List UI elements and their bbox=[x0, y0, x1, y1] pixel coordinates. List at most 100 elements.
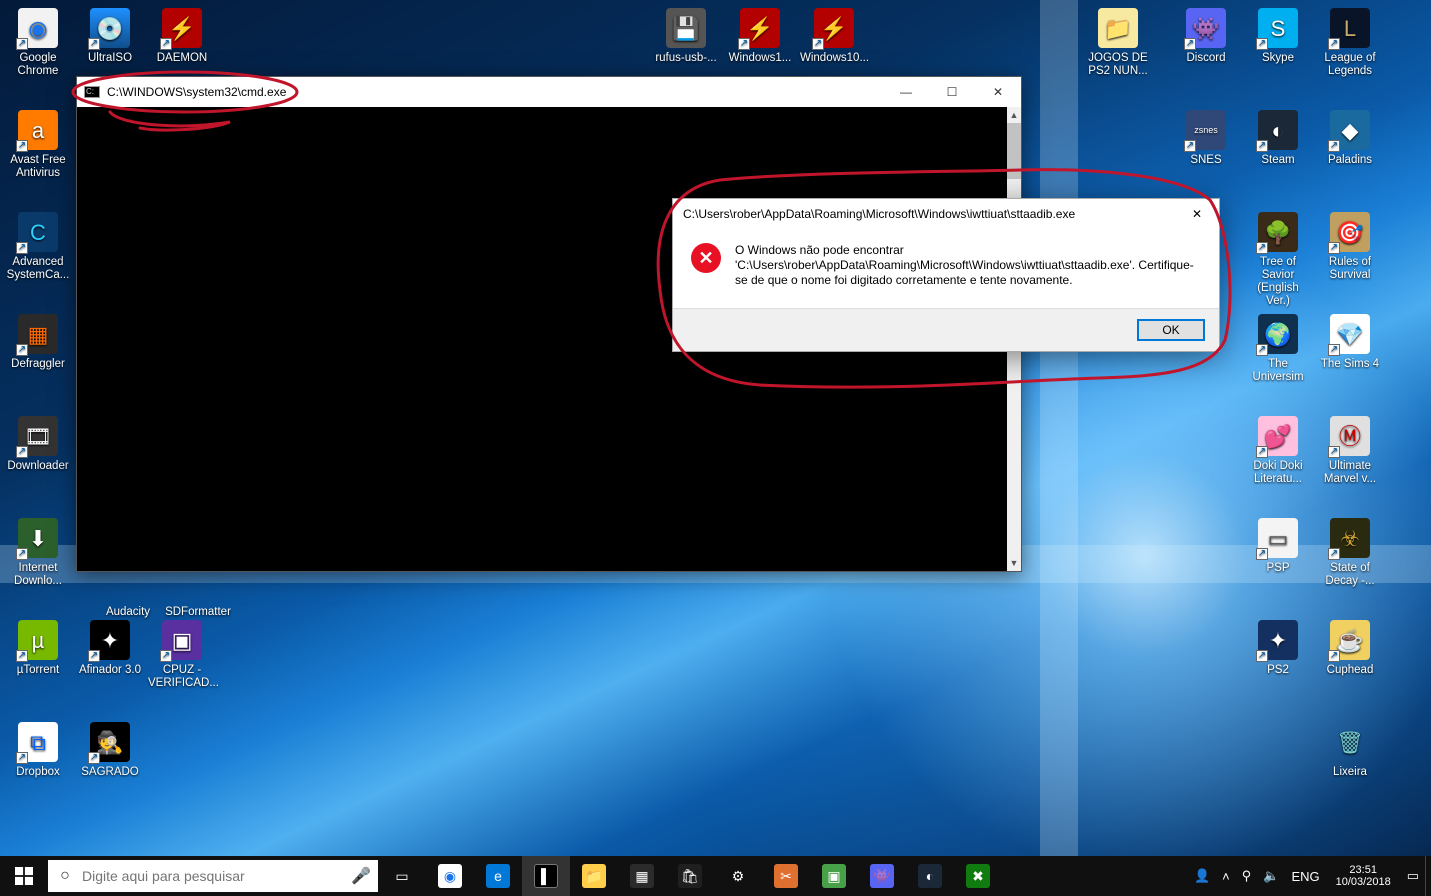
desktop-icon-label: Audacity bbox=[94, 606, 162, 619]
taskbar-steam-button[interactable]: ◐ bbox=[906, 856, 954, 896]
shortcut-arrow-icon: ↗ bbox=[160, 650, 172, 662]
desktop-icon[interactable]: L↗League of Legends bbox=[1316, 8, 1384, 78]
scroll-up-button[interactable]: ▲ bbox=[1007, 107, 1021, 123]
cmd-maximize-button[interactable]: ☐ bbox=[929, 77, 975, 107]
clock[interactable]: 23:51 10/03/2018 bbox=[1326, 864, 1401, 888]
taskbar-calculator-button[interactable]: ▦ bbox=[618, 856, 666, 896]
app-icon: ◐↗ bbox=[1258, 110, 1298, 150]
app-icon: 👾↗ bbox=[1186, 8, 1226, 48]
desktop-icon[interactable]: µ↗µTorrent bbox=[4, 620, 72, 677]
desktop-icon[interactable]: ⚡↗Windows10... bbox=[800, 8, 868, 65]
tray-net-icon[interactable]: ⚲ bbox=[1236, 868, 1258, 884]
tray-chev-icon[interactable]: ˄ bbox=[1216, 869, 1236, 884]
desktop-icon-label: Ultimate Marvel v... bbox=[1316, 460, 1384, 486]
cmd-titlebar[interactable]: C: C:\WINDOWS\system32\cmd.exe — ☐ ✕ bbox=[77, 77, 1021, 107]
desktop-icon[interactable]: ⚡↗DAEMON bbox=[148, 8, 216, 65]
desktop-icon-label: Rules of Survival bbox=[1316, 256, 1384, 282]
shortcut-arrow-icon: ↗ bbox=[1328, 446, 1340, 458]
store-icon: 🛍 bbox=[678, 864, 702, 888]
desktop-icon[interactable]: ▦↗Defraggler bbox=[4, 314, 72, 371]
tray-people-icon[interactable]: 👤 bbox=[1188, 868, 1216, 884]
desktop-icon-label: The Sims 4 bbox=[1316, 358, 1384, 371]
taskbar-cmd-button[interactable]: ▌ bbox=[522, 856, 570, 896]
mic-icon[interactable]: 🎤 bbox=[344, 866, 378, 886]
taskbar-xbox-button[interactable]: ✖ bbox=[954, 856, 1002, 896]
desktop-icon[interactable]: Ⓜ↗Ultimate Marvel v... bbox=[1316, 416, 1384, 486]
desktop-icon[interactable]: ⧉↗Dropbox bbox=[4, 722, 72, 779]
app-icon: 🌳↗ bbox=[1258, 212, 1298, 252]
desktop-icon[interactable]: 💾rufus-usb-... bbox=[652, 8, 720, 65]
desktop-icon[interactable]: 👾↗Discord bbox=[1172, 8, 1240, 65]
cmd-minimize-button[interactable]: — bbox=[883, 77, 929, 107]
desktop-icon[interactable]: ✦↗PS2 bbox=[1244, 620, 1312, 677]
error-dialog[interactable]: C:\Users\rober\AppData\Roaming\Microsoft… bbox=[672, 198, 1220, 352]
taskbar-store-button[interactable]: 🛍 bbox=[666, 856, 714, 896]
desktop-icon[interactable]: ◆↗Paladins bbox=[1316, 110, 1384, 167]
show-desktop-button[interactable] bbox=[1425, 856, 1431, 896]
shortcut-arrow-icon: ↗ bbox=[1328, 38, 1340, 50]
input-language[interactable]: ENG bbox=[1285, 869, 1325, 884]
desktop-icon-label: Internet Downlo... bbox=[4, 562, 72, 588]
taskbar-edge-button[interactable]: e bbox=[474, 856, 522, 896]
shortcut-arrow-icon: ↗ bbox=[1256, 140, 1268, 152]
dialog-ok-button[interactable]: OK bbox=[1137, 319, 1205, 341]
scroll-thumb[interactable] bbox=[1007, 123, 1021, 179]
desktop-icon[interactable]: 🌍↗The Universim bbox=[1244, 314, 1312, 384]
desktop-icon-label: Avast Free Antivirus bbox=[4, 154, 72, 180]
scroll-down-button[interactable]: ▼ bbox=[1007, 555, 1021, 571]
desktop-icon[interactable]: ☣↗State of Decay -... bbox=[1316, 518, 1384, 588]
desktop-icon[interactable]: 🕵↗SAGRADO bbox=[76, 722, 144, 779]
action-center-button[interactable]: ▭ bbox=[1401, 868, 1425, 884]
dialog-close-button[interactable]: ✕ bbox=[1177, 200, 1217, 228]
shortcut-arrow-icon: ↗ bbox=[16, 140, 28, 152]
search-input[interactable] bbox=[82, 868, 344, 884]
taskbar-snip-button[interactable]: ✂ bbox=[762, 856, 810, 896]
system-tray: 👤˄⚲🔈 ENG 23:51 10/03/2018 ▭ bbox=[1188, 856, 1431, 896]
cmd-close-button[interactable]: ✕ bbox=[975, 77, 1021, 107]
desktop-icon[interactable]: ✦↗Afinador 3.0 bbox=[76, 620, 144, 677]
taskbar-discord-button[interactable]: 👾 bbox=[858, 856, 906, 896]
dialog-title-text: C:\Users\rober\AppData\Roaming\Microsoft… bbox=[683, 207, 1177, 221]
shortcut-arrow-icon: ↗ bbox=[1328, 242, 1340, 254]
desktop-icon[interactable]: ▭↗PSP bbox=[1244, 518, 1312, 575]
shortcut-arrow-icon: ↗ bbox=[16, 242, 28, 254]
app-icon: S↗ bbox=[1258, 8, 1298, 48]
tray-vol-icon[interactable]: 🔈 bbox=[1257, 868, 1285, 884]
desktop-icon[interactable]: 🎯↗ Rules of Survival bbox=[1316, 212, 1384, 282]
desktop-icon-label: SNES bbox=[1172, 154, 1240, 167]
desktop-icon[interactable]: zsnes↗SNES bbox=[1172, 110, 1240, 167]
desktop-icon[interactable]: 🗑Lixeira bbox=[1316, 722, 1384, 779]
taskbar-settings-button[interactable]: ⚙ bbox=[714, 856, 762, 896]
desktop-icon[interactable]: 📁JOGOS DE PS2 NUN... bbox=[1084, 8, 1152, 78]
app-icon: ✦↗ bbox=[1258, 620, 1298, 660]
desktop-icon[interactable]: 💿↗UltraISO bbox=[76, 8, 144, 65]
app-icon: ✦↗ bbox=[90, 620, 130, 660]
app-icon: 🕵↗ bbox=[90, 722, 130, 762]
desktop-icon[interactable]: a↗Avast Free Antivirus bbox=[4, 110, 72, 180]
desktop-icon[interactable]: ◉↗Google Chrome bbox=[4, 8, 72, 78]
desktop-icon[interactable]: S↗Skype bbox=[1244, 8, 1312, 65]
desktop-icon-label: Lixeira bbox=[1316, 766, 1384, 779]
desktop-icon[interactable]: 💎↗ The Sims 4 bbox=[1316, 314, 1384, 371]
desktop-icon[interactable]: 🌳↗Tree of Savior (English Ver.) bbox=[1244, 212, 1312, 308]
taskbar-explorer-button[interactable]: 📁 bbox=[570, 856, 618, 896]
desktop-icon[interactable]: ☕↗Cuphead bbox=[1316, 620, 1384, 677]
app-icon: 🎯↗ bbox=[1330, 212, 1370, 252]
desktop-icon[interactable]: C↗Advanced SystemCa... bbox=[4, 212, 72, 282]
desktop-icon[interactable]: ▣↗CPUZ - VERIFICAD... bbox=[148, 620, 216, 690]
app-icon: 💎↗ bbox=[1330, 314, 1370, 354]
taskbar-chrome-button[interactable]: ◉ bbox=[426, 856, 474, 896]
desktop-icon[interactable]: 🎞↗Downloader bbox=[4, 416, 72, 473]
desktop-icon[interactable]: ◐↗Steam bbox=[1244, 110, 1312, 167]
desktop-icon-label: JOGOS DE PS2 NUN... bbox=[1084, 52, 1152, 78]
taskview-button[interactable]: ▭ bbox=[378, 856, 426, 896]
desktop-icon[interactable]: ⬇↗Internet Downlo... bbox=[4, 518, 72, 588]
dialog-titlebar[interactable]: C:\Users\rober\AppData\Roaming\Microsoft… bbox=[673, 199, 1219, 229]
desktop-icon[interactable]: ⚡↗Windows1... bbox=[726, 8, 794, 65]
app-icon: ▦↗ bbox=[18, 314, 58, 354]
search-box[interactable]: ○ 🎤 bbox=[48, 860, 378, 892]
desktop-icon[interactable]: 💕↗Doki Doki Literatu... bbox=[1244, 416, 1312, 486]
taskbar-hw-button[interactable]: ▣ bbox=[810, 856, 858, 896]
start-button[interactable] bbox=[0, 856, 48, 896]
desktop-icon-label: League of Legends bbox=[1316, 52, 1384, 78]
